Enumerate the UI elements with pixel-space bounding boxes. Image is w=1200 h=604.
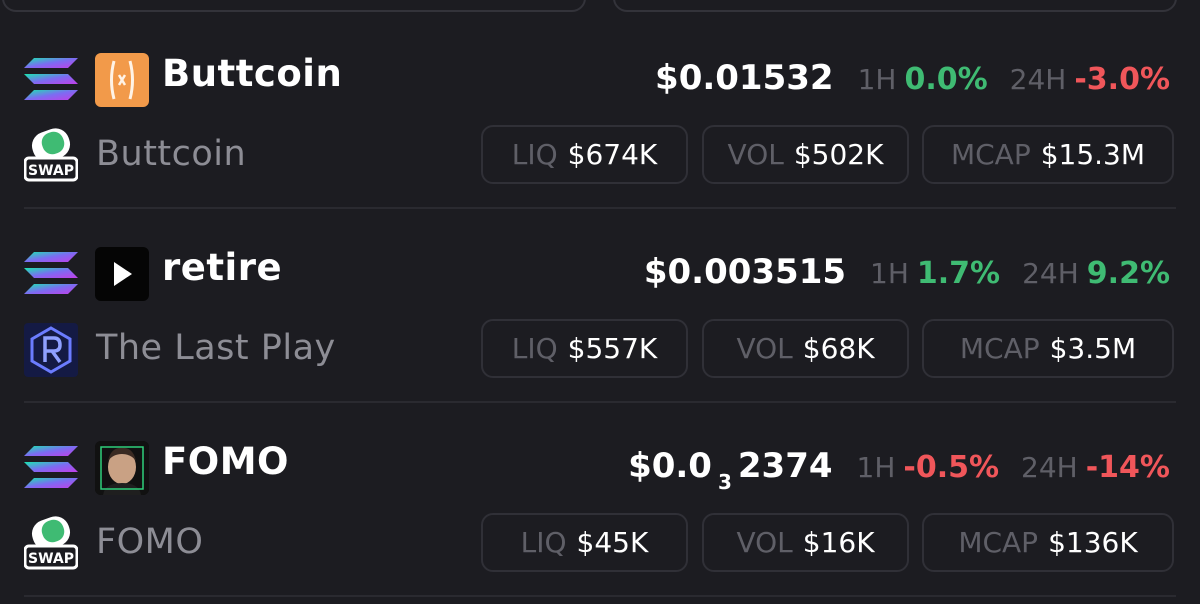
change-24h-value: -3.0% (1074, 62, 1170, 97)
change-24h-value: 9.2% (1086, 256, 1170, 291)
svg-text:SWAP: SWAP (28, 163, 74, 179)
token-name: The Last Play (96, 328, 336, 368)
change-24h-label: 24H (1022, 257, 1079, 290)
token-name: Buttcoin (96, 134, 247, 174)
mcap-label: MCAP (950, 138, 1031, 171)
liq-value: $557K (567, 332, 658, 365)
mcap-label: MCAP (959, 332, 1040, 365)
liquidity-badge: LIQ $557K (481, 319, 688, 378)
mcap-label: MCAP (958, 526, 1039, 559)
liq-label: LIQ (511, 332, 558, 365)
price-line: $0.01532 1H 0.0% 24H -3.0% (655, 58, 1170, 98)
mcap-value: $15.3M (1040, 138, 1146, 171)
token-symbol: retire (162, 246, 283, 289)
change-24h-label: 24H (1009, 63, 1067, 96)
price-line: $0.0 3 2374 1H -0.5% 24H -14% (628, 446, 1170, 494)
vol-label: VOL (736, 332, 793, 365)
liq-value: $45K (576, 526, 649, 559)
price-zero-count: 3 (717, 470, 732, 494)
vol-label: VOL (736, 526, 793, 559)
liq-label: LIQ (511, 138, 558, 171)
swap-icon: SWAP (24, 128, 78, 182)
volume-badge: VOL $502K (702, 125, 909, 184)
swap-icon: SWAP (24, 516, 78, 570)
svg-text:SWAP: SWAP (28, 551, 74, 567)
change-1h-value: 0.0% (904, 62, 988, 97)
vol-value: $502K (793, 138, 884, 171)
price-prefix: $0.0 (628, 446, 712, 486)
token-symbol: FOMO (162, 440, 290, 483)
buttcoin-logo-icon (95, 53, 149, 107)
solana-icon (24, 252, 78, 294)
volume-badge: VOL $16K (702, 513, 909, 572)
raydium-icon (24, 323, 78, 377)
token-symbol: Buttcoin (162, 52, 343, 95)
token-price: $0.0 3 2374 (628, 446, 833, 494)
token-row-fomo[interactable]: FOMO SWAP FOMO $0.0 3 2374 1H -0.5% 24H -1… (0, 396, 1200, 590)
vol-label: VOL (727, 138, 784, 171)
change-1h-value: 1.7% (916, 256, 1001, 291)
change-1h-label: 1H (870, 257, 909, 290)
price-line: $0.003515 1H 1.7% 24H 9.2% (644, 252, 1170, 292)
price-suffix: 2374 (737, 446, 833, 486)
liquidity-badge: LIQ $45K (481, 513, 688, 572)
market-cap-badge: MCAP $15.3M (922, 125, 1174, 184)
liquidity-badge: LIQ $674K (481, 125, 688, 184)
volume-badge: VOL $68K (702, 319, 909, 378)
token-price: $0.01532 (655, 58, 834, 98)
change-24h-value: -14% (1085, 450, 1170, 485)
row-divider (24, 595, 1176, 597)
play-logo-icon (95, 247, 149, 301)
mcap-value: $136K (1048, 526, 1138, 559)
change-1h-label: 1H (856, 451, 896, 484)
change-24h-label: 24H (1021, 451, 1078, 484)
liq-value: $674K (567, 138, 658, 171)
liq-label: LIQ (520, 526, 567, 559)
token-row-retire[interactable]: retire The Last Play $0.003515 1H 1.7% 2… (0, 202, 1200, 396)
solana-icon (24, 58, 78, 100)
solana-icon (24, 446, 78, 488)
vol-value: $68K (802, 332, 875, 365)
mcap-value: $3.5M (1049, 332, 1137, 365)
face-avatar-icon (95, 441, 149, 495)
token-price: $0.003515 (643, 252, 847, 292)
market-cap-badge: MCAP $3.5M (922, 319, 1174, 378)
token-row-buttcoin[interactable]: Buttcoin SWAP Buttcoin $0.01532 1H 0.0% … (0, 8, 1200, 202)
change-1h-label: 1H (857, 63, 897, 96)
vol-value: $16K (802, 526, 875, 559)
token-name: FOMO (96, 522, 204, 562)
market-cap-badge: MCAP $136K (922, 513, 1174, 572)
change-1h-value: -0.5% (903, 450, 1000, 485)
